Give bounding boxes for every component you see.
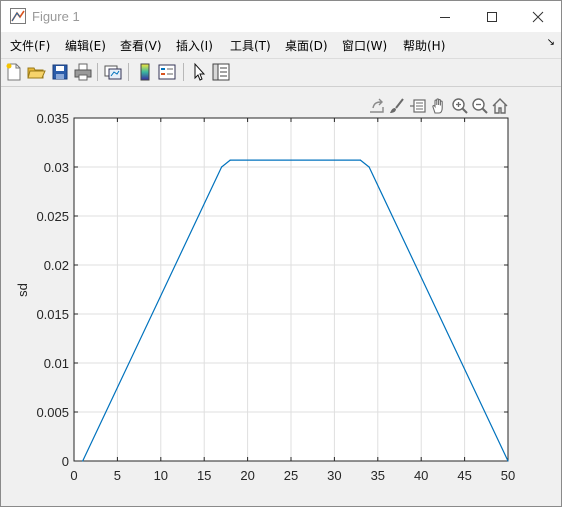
x-tick-label: 40 <box>414 468 428 483</box>
x-tick-label: 35 <box>371 468 385 483</box>
data-point <box>229 159 231 161</box>
y-tick-label: 0.01 <box>44 356 69 371</box>
x-tick-label: 30 <box>327 468 341 483</box>
x-tick-label: 10 <box>154 468 168 483</box>
y-tick-label: 0.025 <box>36 209 69 224</box>
y-tick-label: 0.005 <box>36 405 69 420</box>
data-point <box>507 460 509 462</box>
x-tick-label: 0 <box>70 468 77 483</box>
y-tick-label: 0.015 <box>36 307 69 322</box>
figure-window: Figure 1 文件(F) 编辑(E) 查看(V) 插入(I) 工具(T) 桌… <box>0 0 562 507</box>
line-chart: 0 5 10 15 20 25 30 35 40 45 50 0 0.005 0.01 0.015 0.02 0… <box>15 111 515 483</box>
data-point <box>359 159 362 161</box>
y-tick-label: 0.02 <box>44 258 69 273</box>
x-tick-label: 15 <box>197 468 211 483</box>
y-axis-label: sd <box>15 283 30 297</box>
y-tick-label: 0 <box>62 454 69 469</box>
x-tick-label: 5 <box>114 468 121 483</box>
x-tick-label: 25 <box>284 468 298 483</box>
x-tick-label: 50 <box>501 468 515 483</box>
y-tick-label: 0.03 <box>44 160 69 175</box>
data-point <box>220 166 223 168</box>
data-point <box>82 460 84 462</box>
x-tick-label: 45 <box>457 468 471 483</box>
y-tick-label: 0.035 <box>36 111 69 126</box>
data-point <box>368 166 370 168</box>
x-tick-label: 20 <box>240 468 254 483</box>
